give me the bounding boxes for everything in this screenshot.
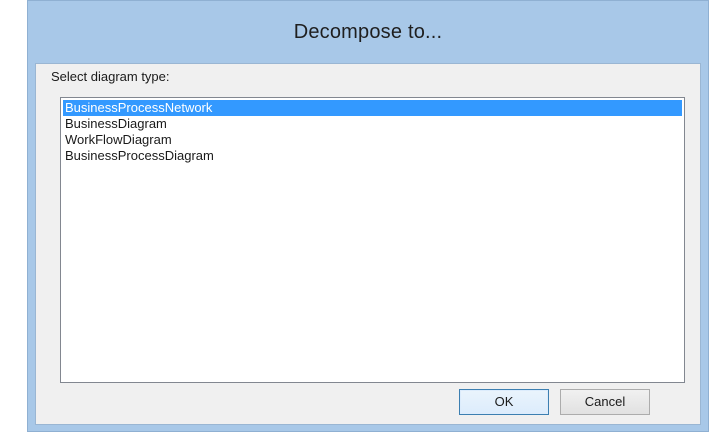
decompose-dialog: Decompose to... Select diagram type: Bus…	[27, 0, 709, 432]
dialog-titlebar[interactable]: Decompose to...	[28, 1, 708, 63]
list-item-business-diagram[interactable]: BusinessDiagram	[63, 116, 682, 132]
diagram-type-listbox[interactable]: BusinessProcessNetwork BusinessDiagram W…	[60, 97, 685, 383]
dialog-title: Decompose to...	[293, 20, 443, 43]
cancel-button[interactable]: Cancel	[560, 389, 650, 415]
select-diagram-type-label: Select diagram type:	[51, 69, 170, 84]
ok-button[interactable]: OK	[459, 389, 549, 415]
list-item-business-process-network[interactable]: BusinessProcessNetwork	[63, 100, 682, 116]
dialog-client-area: Select diagram type: BusinessProcessNetw…	[35, 63, 701, 425]
list-item-workflow-diagram[interactable]: WorkFlowDiagram	[63, 132, 682, 148]
list-item-business-process-diagram[interactable]: BusinessProcessDiagram	[63, 148, 682, 164]
